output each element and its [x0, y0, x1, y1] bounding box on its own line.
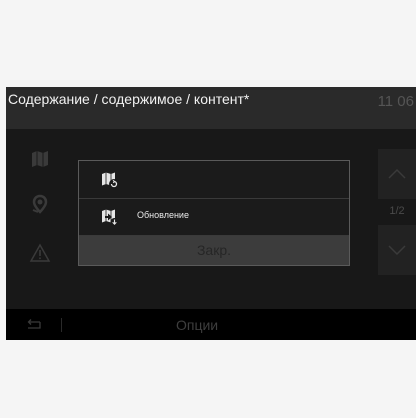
- close-button[interactable]: Закр.: [79, 236, 349, 265]
- page-title: Содержание / содержимое / контент*: [8, 91, 250, 107]
- side-menu-location-button[interactable]: [20, 184, 60, 224]
- clock: 11 06: [377, 93, 414, 110]
- infotainment-screen: Содержание / содержимое / контент* 11 06: [6, 87, 416, 340]
- back-button[interactable]: [6, 309, 61, 340]
- page-indicator: 1/2: [389, 205, 405, 217]
- dialog-row-update[interactable]: Обновление: [79, 198, 349, 236]
- options-button[interactable]: Опции: [176, 317, 218, 333]
- divider: [61, 318, 62, 332]
- dialog-row-label: Обновление: [137, 210, 189, 220]
- map-refresh-icon: [102, 172, 119, 189]
- side-menu-map-button[interactable]: [20, 139, 60, 179]
- scroll-down-button[interactable]: [378, 225, 416, 275]
- chevron-up-icon: [388, 168, 406, 179]
- map-content-dialog: Обновление Закр.: [78, 160, 350, 266]
- location-pin-icon: [32, 194, 48, 214]
- title-bar: Содержание / содержимое / контент* 11 06: [6, 87, 416, 129]
- chevron-down-icon: [388, 245, 406, 256]
- side-menu-warning-button[interactable]: [20, 233, 60, 273]
- scroll-up-button[interactable]: [378, 149, 416, 199]
- map-book-icon: [32, 151, 48, 167]
- warning-icon: [29, 243, 51, 262]
- back-arrow-icon: [27, 318, 41, 329]
- bottom-bar: Опции: [6, 309, 416, 340]
- map-update-icon: [102, 209, 119, 226]
- dialog-row-refresh[interactable]: [79, 161, 349, 199]
- pager: 1/2: [378, 149, 416, 295]
